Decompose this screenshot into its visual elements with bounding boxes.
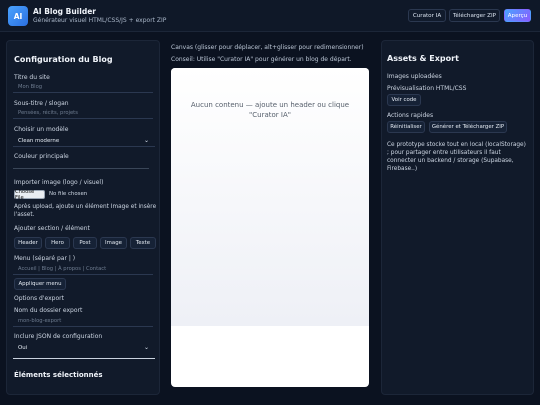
include-json-value: Oui [18,345,28,351]
chevron-down-icon: ⌄ [143,344,149,351]
empty-canvas-message: Aucun contenu — ajoute un header ou cliq… [190,101,350,119]
assets-export-panel: Assets & Export Images uploadées Prévisu… [381,40,534,395]
color-picker[interactable] [13,168,149,169]
add-text-button[interactable]: Texte [130,237,156,249]
config-panel-title: Configuration du Blog [14,55,113,64]
quick-actions-label: Actions rapides [387,112,434,119]
download-zip-button[interactable]: Télécharger ZIP [449,9,500,22]
view-code-button[interactable]: Voir code [387,94,421,106]
html-css-preview-label: Prévisualisation HTML/CSS [387,85,467,92]
selected-elements-title: Éléments sélectionnés [14,371,103,379]
section-divider [13,358,155,359]
top-bar: AI AI Blog Builder Générateur visuel HTM… [0,0,540,32]
export-options-label: Options d'export [14,295,64,302]
menu-label: Menu (séparé par | ) [14,255,76,262]
site-title-label: Titre du site [14,74,50,81]
include-json-select[interactable]: Oui ⌄ [13,343,155,354]
upload-note: Après upload, ajoute un élément Image et… [14,204,157,218]
menu-input[interactable]: Accueil | Blog | À propos | Contact [13,265,153,275]
color-label: Couleur principale [14,153,69,160]
export-folder-label: Nom du dossier export [14,307,83,314]
canvas-tip: Conseil: Utilise "Curator IA" pour génér… [171,56,352,63]
include-json-label: Inclure JSON de configuration [14,333,103,340]
add-image-button[interactable]: Image [100,237,127,249]
config-panel: Configuration du Blog Titre du site Mon … [6,40,160,395]
add-section-label: Ajouter section / élément [14,225,90,232]
model-select-value: Clean moderne [18,138,60,144]
blog-canvas[interactable]: Aucun contenu — ajoute un header ou cliq… [171,68,369,387]
preview-button[interactable]: Aperçu [504,9,531,22]
app-title: AI Blog Builder [33,7,96,16]
add-header-button[interactable]: Header [14,237,42,249]
choose-file-button[interactable]: Choose File [14,189,45,201]
chevron-down-icon: ⌄ [143,137,149,144]
file-status: No file chosen [49,191,88,197]
add-post-button[interactable]: Post [73,237,97,249]
add-hero-button[interactable]: Hero [45,237,70,249]
model-label: Choisir un modèle [14,126,69,133]
model-select[interactable]: Clean moderne ⌄ [13,136,155,147]
curator-ia-button[interactable]: Curator IA [408,9,446,22]
local-storage-note: Ce prototype stocke tout en local (local… [387,142,526,172]
app-subtitle: Générateur visuel HTML/CSS/JS + export Z… [33,17,167,24]
import-image-label: Importer image (logo / visuel) [14,179,104,186]
subtitle-label: Sous-titre / slogan [14,100,69,107]
generate-download-zip-button[interactable]: Générer et Télécharger ZIP [429,121,507,133]
app-logo: AI [8,6,28,26]
apply-menu-button[interactable]: Appliquer menu [14,278,66,290]
reset-button[interactable]: Réinitialiser [387,121,425,133]
uploaded-images-label: Images uploadées [387,73,442,80]
assets-export-title: Assets & Export [387,54,459,63]
subtitle-input[interactable]: Pensées, récits, projets [13,109,153,119]
canvas-hint: Canvas (glisser pour déplacer, alt+gliss… [171,44,364,51]
site-title-input[interactable]: Mon Blog [13,83,153,93]
export-folder-input[interactable]: mon-blog-export [13,317,153,327]
